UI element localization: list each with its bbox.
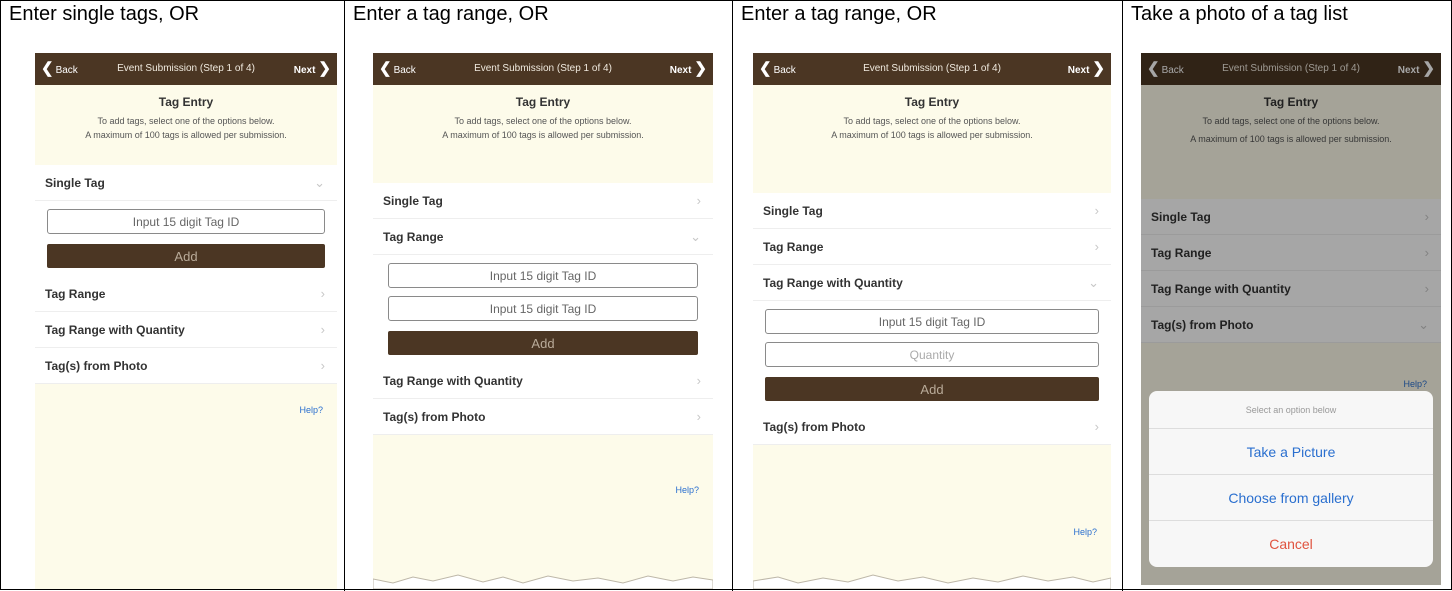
chevron-right-icon: › bbox=[1094, 419, 1099, 434]
comparison-sheet: Enter single tags, OR ❮ Back Event Submis… bbox=[0, 0, 1452, 591]
option-tag-range[interactable]: Tag Range ⌄ bbox=[373, 219, 713, 255]
option-single-tag[interactable]: Single Tag ⌄ bbox=[35, 165, 337, 201]
chevron-right-icon: › bbox=[320, 322, 325, 337]
option-tag-range[interactable]: Tag Range › bbox=[35, 276, 337, 312]
nav-title: Event Submission (Step 1 of 4) bbox=[117, 63, 255, 74]
option-single-tag[interactable]: Single Tag › bbox=[373, 183, 713, 219]
range-end-input[interactable] bbox=[388, 296, 698, 321]
chevron-down-icon: ⌄ bbox=[314, 175, 325, 190]
next-button[interactable]: Next ❯ bbox=[670, 53, 707, 85]
intro: Tag Entry To add tags, select one of the… bbox=[373, 85, 713, 141]
chevron-right-icon: › bbox=[696, 373, 701, 388]
chevron-right-icon: › bbox=[1094, 203, 1099, 218]
nav-title: Event Submission (Step 1 of 4) bbox=[474, 63, 612, 74]
panel-tags-from-photo: Take a photo of a tag list ❮ Back Event S… bbox=[1123, 1, 1452, 591]
intro-line-2: A maximum of 100 tags is allowed per sub… bbox=[85, 130, 287, 140]
help-link[interactable]: Help? bbox=[299, 405, 323, 415]
add-button[interactable]: Add bbox=[47, 244, 325, 268]
panel-tag-range: Enter a tag range, OR ❮ Back Event Submis… bbox=[345, 1, 733, 591]
phone-screen-photo: ❮ Back Event Submission (Step 1 of 4) Nex… bbox=[1141, 53, 1441, 585]
caption-range-quantity: Enter a tag range, OR bbox=[741, 3, 937, 25]
next-button[interactable]: Next ❯ bbox=[294, 53, 331, 85]
take-picture-button[interactable]: Take a Picture bbox=[1149, 429, 1433, 475]
option-tags-from-photo[interactable]: Tag(s) from Photo › bbox=[753, 409, 1111, 445]
page-title: Tag Entry bbox=[904, 95, 960, 109]
chevron-down-icon: ⌄ bbox=[690, 229, 701, 244]
nav-title: Event Submission (Step 1 of 4) bbox=[863, 63, 1001, 74]
chevron-right-icon: › bbox=[696, 409, 701, 424]
intro: Tag Entry To add tags, select one of the… bbox=[35, 85, 337, 141]
caption-single: Enter single tags, OR bbox=[9, 3, 200, 25]
option-tag-range-quantity[interactable]: Tag Range with Quantity ⌄ bbox=[753, 265, 1111, 301]
range-start-input[interactable] bbox=[765, 309, 1099, 334]
next-button[interactable]: Next ❯ bbox=[1068, 53, 1105, 85]
add-button[interactable]: Add bbox=[765, 377, 1099, 401]
caption-range: Enter a tag range, OR bbox=[353, 3, 549, 25]
intro-line-1: To add tags, select one of the options b… bbox=[454, 116, 632, 126]
intro: Tag Entry To add tags, select one of the… bbox=[753, 85, 1111, 141]
range-start-input[interactable] bbox=[388, 263, 698, 288]
option-list: Single Tag › Tag Range › Tag Range with Qu… bbox=[753, 193, 1111, 445]
chevron-right-icon: ❯ bbox=[694, 60, 707, 77]
chevron-right-icon: › bbox=[696, 193, 701, 208]
intro-line-1: To add tags, select one of the options b… bbox=[843, 116, 1021, 126]
option-single-tag[interactable]: Single Tag › bbox=[753, 193, 1111, 229]
help-link[interactable]: Help? bbox=[675, 485, 699, 495]
option-tag-range-quantity[interactable]: Tag Range with Quantity › bbox=[373, 363, 713, 399]
intro-line-2: A maximum of 100 tags is allowed per sub… bbox=[831, 130, 1033, 140]
add-button[interactable]: Add bbox=[388, 331, 698, 355]
action-sheet-header: Select an option below bbox=[1149, 391, 1433, 429]
option-tag-range[interactable]: Tag Range › bbox=[753, 229, 1111, 265]
chevron-right-icon: › bbox=[320, 358, 325, 373]
page-title: Tag Entry bbox=[158, 95, 214, 109]
phone-screen-single: ❮ Back Event Submission (Step 1 of 4) Nex… bbox=[35, 53, 337, 589]
quantity-input[interactable] bbox=[765, 342, 1099, 367]
page-title: Tag Entry bbox=[515, 95, 571, 109]
chevron-right-icon: ❯ bbox=[318, 60, 331, 77]
torn-edge bbox=[373, 574, 713, 589]
torn-edge bbox=[753, 574, 1111, 589]
nav-bar: ❮ Back Event Submission (Step 1 of 4) Nex… bbox=[373, 53, 713, 85]
photo-action-sheet: Select an option below Take a Picture Ch… bbox=[1149, 391, 1433, 567]
nav-bar: ❮ Back Event Submission (Step 1 of 4) Nex… bbox=[753, 53, 1111, 85]
phone-screen-range: ❮ Back Event Submission (Step 1 of 4) Nex… bbox=[373, 53, 713, 589]
choose-from-gallery-button[interactable]: Choose from gallery bbox=[1149, 475, 1433, 521]
tag-id-input[interactable] bbox=[47, 209, 325, 234]
cancel-button[interactable]: Cancel bbox=[1149, 521, 1433, 567]
nav-bar: ❮ Back Event Submission (Step 1 of 4) Nex… bbox=[35, 53, 337, 85]
panel-tag-range-quantity: Enter a tag range, OR ❮ Back Event Submis… bbox=[733, 1, 1123, 591]
option-tags-from-photo[interactable]: Tag(s) from Photo › bbox=[35, 348, 337, 384]
intro-line-2: A maximum of 100 tags is allowed per sub… bbox=[442, 130, 644, 140]
chevron-right-icon: › bbox=[320, 286, 325, 301]
panel-single-tag: Enter single tags, OR ❮ Back Event Submis… bbox=[1, 1, 345, 591]
option-list: Single Tag⌄ Add Tag Range› Tag Range wit… bbox=[35, 165, 337, 384]
caption-photo: Take a photo of a tag list bbox=[1131, 3, 1348, 25]
chevron-right-icon: › bbox=[1094, 239, 1099, 254]
phone-screen-range-quantity: ❮ Back Event Submission (Step 1 of 4) Nex… bbox=[753, 53, 1111, 589]
option-tag-range-quantity[interactable]: Tag Range with Quantity › bbox=[35, 312, 337, 348]
help-link[interactable]: Help? bbox=[1073, 527, 1097, 537]
chevron-down-icon: ⌄ bbox=[1088, 275, 1099, 290]
option-list: Single Tag› Tag Range⌄ Add Tag Range wit… bbox=[373, 183, 713, 435]
chevron-right-icon: ❯ bbox=[1092, 60, 1105, 77]
option-tags-from-photo[interactable]: Tag(s) from Photo › bbox=[373, 399, 713, 435]
intro-line-1: To add tags, select one of the options b… bbox=[97, 116, 275, 126]
